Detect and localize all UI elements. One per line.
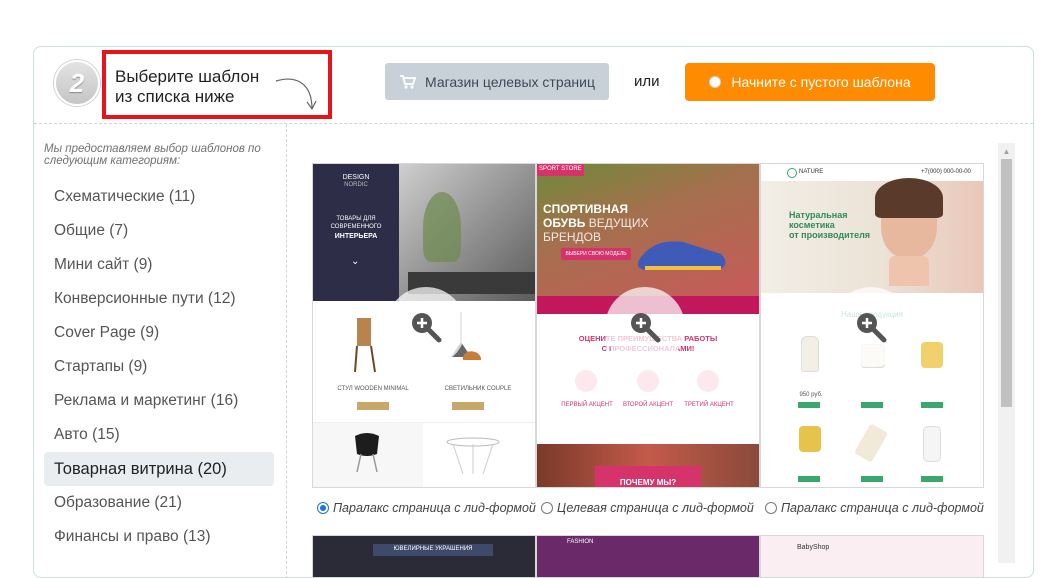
template-card-nature[interactable]: NATURE +7(000) 000-00-00 Натуральная кос… (760, 163, 984, 488)
preview-product2: СВЕТИЛЬНИК COUPLE (444, 386, 512, 392)
preview-heading-line3: БРЕНДОВ (543, 230, 602, 244)
preview-heading-line1: Натуральная (789, 210, 848, 220)
shopping-cart-icon (399, 74, 417, 90)
category-item-active[interactable]: Товарная витрина (20) (44, 452, 274, 486)
preview-accent3: ТРЕТИЙ АКЦЕНТ (684, 402, 734, 408)
template-radio-label: Целевая страница с лид-формой (557, 501, 754, 515)
zoom-in-icon[interactable] (386, 287, 466, 367)
template-radio-3[interactable]: Паралакс страница с лид-формой (765, 501, 984, 515)
step-instruction: Выберите шаблон из списка ниже (115, 67, 259, 107)
preview-tag: FASHION (567, 539, 594, 545)
radio-button-icon (317, 502, 329, 514)
preview-brand: BabyShop (797, 544, 830, 551)
preview-banner: ЮВЕЛИРНЫЕ УКРАШЕНИЯ (393, 546, 473, 552)
radio-button-icon (541, 502, 553, 514)
or-label: или (634, 73, 660, 90)
category-item[interactable]: Схематические (11) (44, 180, 274, 214)
preview-brand: DESIGN (342, 174, 370, 181)
preview-heading-line2: косметика (789, 220, 835, 230)
template-radio-1[interactable]: Паралакс страница с лид-формой (317, 501, 536, 515)
preview-heading-line2: СОВРЕМЕННОГО (330, 224, 382, 230)
category-item[interactable]: Мини сайт (9) (44, 248, 274, 282)
step-header: 2 Выберите шаблон из списка ниже Магазин… (34, 47, 1033, 124)
preview-product1: СТУЛ WOODEN MINIMAL (337, 386, 409, 392)
template-card-babyshop[interactable]: BabyShop (760, 535, 984, 577)
category-item[interactable]: Авто (15) (44, 418, 274, 452)
blank-template-button[interactable]: Начните с пустого шаблона (685, 63, 935, 101)
scroll-thumb[interactable] (1001, 159, 1012, 407)
template-selection-panel: 2 Выберите шаблон из списка ниже Магазин… (33, 46, 1034, 578)
landing-store-label: Магазин целевых страниц (425, 73, 595, 90)
preview-heading-line3: ИНТЕРЬЕРА (334, 233, 378, 240)
landing-store-button[interactable]: Магазин целевых страниц (385, 63, 609, 100)
preview-heading-line1: ТОВАРЫ ДЛЯ (336, 216, 376, 222)
step-instruction-line1: Выберите шаблон (115, 67, 260, 86)
step-number-badge: 2 (54, 60, 100, 106)
category-item[interactable]: Образование (21) (44, 486, 274, 520)
step-instruction-line2: из списка ниже (115, 87, 235, 106)
category-item[interactable]: Cover Page (9) (44, 316, 274, 350)
template-card-fashion[interactable]: FASHION (536, 535, 760, 577)
curved-arrow-icon (275, 78, 317, 111)
chevron-down-icon: ⌄ (351, 256, 360, 267)
radio-button-icon (765, 502, 777, 514)
category-item[interactable]: Стартапы (9) (44, 350, 274, 384)
preview-phone: +7(000) 000-00-00 (921, 169, 971, 175)
scroll-up-icon[interactable]: ▲ (998, 143, 1015, 159)
category-item[interactable]: Конверсионные пути (12) (44, 282, 274, 316)
preview-heading-line1: СПОРТИВНАЯ (543, 202, 629, 216)
category-item[interactable]: Реклама и маркетинг (16) (44, 384, 274, 418)
template-radio-label: Паралакс страница с лид-формой (333, 501, 536, 515)
preview-accent1: ПЕРВЫЙ АКЦЕНТ (561, 402, 613, 408)
template-card-sport[interactable]: SPORT STORE СПОРТИВНАЯ ОБУВЬ ВЕДУЩИХ БРЕ… (536, 163, 760, 488)
sidebar-intro: Мы предоставляем выбор шаблонов по следу… (44, 143, 261, 167)
blank-template-label: Начните с пустого шаблона (731, 74, 911, 90)
preview-accent2: ВТОРОЙ АКЦЕНТ (622, 402, 674, 408)
preview-brand: SPORT STORE (539, 166, 582, 172)
category-sidebar: Мы предоставляем выбор шаблонов по следу… (34, 124, 287, 577)
preview-why: ПОЧЕМУ МЫ? (619, 478, 677, 487)
vertical-scrollbar[interactable]: ▲ (998, 143, 1015, 563)
zoom-in-icon[interactable] (605, 287, 685, 367)
preview-price: 950 руб. (799, 392, 823, 398)
preview-cta: ВЫБЕРИ СВОЮ МОДЕЛЬ (565, 251, 627, 257)
category-item[interactable]: Общие (7) (44, 214, 274, 248)
template-card-jewelry[interactable]: ЮВЕЛИРНЫЕ УКРАШЕНИЯ (312, 535, 536, 577)
template-card-interior[interactable]: DESIGN NORDIC ТОВАРЫ ДЛЯ СОВРЕМЕННОГО ИН… (312, 163, 536, 488)
preview-brand-sub: NORDIC (344, 182, 368, 188)
zoom-in-icon[interactable] (831, 287, 911, 367)
category-list: Схематические (11) Общие (7) Мини сайт (… (44, 180, 274, 554)
template-radio-2[interactable]: Целевая страница с лид-формой (541, 501, 754, 515)
preview-heading-line3: от производителя (789, 230, 871, 240)
preview-brand: NATURE (799, 169, 824, 175)
template-radio-label: Паралакс страница с лид-формой (781, 501, 984, 515)
category-item[interactable]: Финансы и право (13) (44, 520, 274, 554)
radio-circle-icon (709, 76, 722, 88)
